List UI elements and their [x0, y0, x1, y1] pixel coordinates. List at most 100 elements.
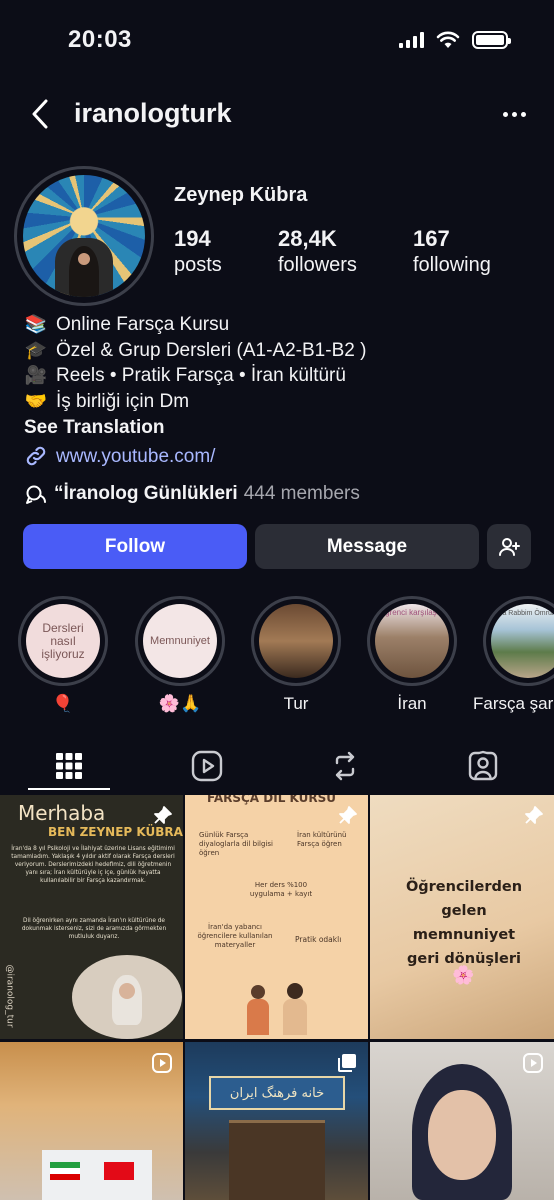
- profile-name: Zeynep Kübra: [174, 184, 308, 206]
- highlight-cover-text: Dersleri nasıl işliyoruz: [41, 620, 85, 661]
- suggested-users-button[interactable]: [487, 524, 531, 569]
- link-text: www.youtube.com/: [56, 445, 216, 467]
- books-emoji: 📚: [24, 314, 48, 334]
- handshake-emoji: 🤝: [24, 390, 48, 411]
- highlight-item[interactable]: Ya Rabbim Ömrüm Farsça şar: [473, 596, 554, 714]
- followers-count[interactable]: 28,4K followers: [278, 226, 357, 277]
- post-photo: [72, 955, 182, 1039]
- highlight-cover: Öğrenci karşılaştık: [367, 596, 457, 686]
- channel-members: 444 members: [243, 483, 360, 504]
- channel-name: “İranolog Günlükleri: [54, 483, 238, 504]
- highlight-cover: Memnuniyet: [135, 596, 225, 686]
- grid-post[interactable]: FARSÇA DİL KURSU Günlük Farsça diyalogla…: [185, 795, 368, 1039]
- stat-label: followers: [278, 254, 357, 276]
- highlight-item[interactable]: Tur: [251, 596, 341, 714]
- grid-post[interactable]: [370, 1042, 554, 1200]
- follow-button[interactable]: Follow: [23, 524, 247, 569]
- grid-post[interactable]: [0, 1042, 183, 1200]
- highlight-image: Öğrenci karşılaştık: [375, 604, 449, 678]
- stat-value: 194: [174, 226, 211, 251]
- highlight-label: İran: [397, 694, 427, 713]
- battery-icon: [472, 31, 511, 49]
- highlight-item[interactable]: Öğrenci karşılaştık İran: [367, 596, 457, 714]
- profile-link[interactable]: www.youtube.com/: [24, 444, 534, 470]
- back-button[interactable]: [24, 98, 56, 130]
- stat-value: 28,4K: [278, 226, 337, 251]
- avatar[interactable]: [14, 166, 154, 306]
- reel-icon: [152, 1053, 172, 1073]
- highlight-image: Ya Rabbim Ömrüm: [491, 604, 554, 678]
- post-sign: خانه فرهنگ ایران: [209, 1076, 345, 1110]
- post-photo-face: [428, 1090, 496, 1180]
- more-options-button[interactable]: [500, 100, 528, 128]
- highlight-label: 🎈: [52, 694, 74, 713]
- grid-post[interactable]: Öğrencilerden gelen memnuniyet geri dönü…: [370, 795, 554, 1039]
- message-button[interactable]: Message: [255, 524, 479, 569]
- bio: 📚 Online Farsça Kursu 🎓 Özel & Grup Ders…: [24, 312, 534, 469]
- grid-icon: [56, 753, 82, 779]
- post-photo: [42, 1150, 152, 1200]
- avatar-image: [23, 175, 145, 297]
- channel-icon: [26, 485, 46, 504]
- tab-reposts[interactable]: [276, 742, 414, 790]
- stat-label: posts: [174, 254, 222, 276]
- tab-reels[interactable]: [138, 742, 276, 790]
- post-item: Günlük Farsça diyaloglarla dil bilgisi ö…: [199, 831, 273, 857]
- highlight-cover: [251, 596, 341, 686]
- highlight-image: Memnuniyet: [143, 604, 217, 678]
- grid-post[interactable]: Merhaba BEN ZEYNEP KÜBRA İran'da 8 yıl P…: [0, 795, 183, 1039]
- post-title: FARSÇA DİL KURSU: [207, 795, 336, 805]
- profile-tabs: [0, 742, 554, 790]
- status-bar: 20:03: [0, 0, 554, 80]
- post-item: Her ders %100 uygulama + kayıt: [249, 881, 313, 898]
- highlight-label: Tur: [283, 694, 309, 713]
- post-illustration: [245, 975, 315, 1039]
- post-subtitle: BEN ZEYNEP KÜBRA: [48, 825, 183, 839]
- stat-value: 167: [413, 226, 450, 251]
- active-tab-indicator: [28, 788, 110, 790]
- posts-count: 194 posts: [174, 226, 222, 277]
- graduation-cap-emoji: 🎓: [24, 339, 48, 360]
- post-handle: @iranolog_tur: [4, 964, 15, 1028]
- bio-text: Online Farsça Kursu: [56, 314, 230, 335]
- post-title: Merhaba: [18, 801, 106, 825]
- highlight-cover-text: Memnuniyet: [150, 634, 210, 647]
- highlight-item[interactable]: Memnuniyet 🌸🙏: [135, 596, 225, 714]
- see-translation-link[interactable]: See Translation: [24, 415, 534, 441]
- highlight-label: 🌸🙏: [158, 694, 202, 713]
- bio-line: 🤝 İş birliği için Dm: [24, 389, 534, 415]
- post-sign-text: خانه فرهنگ ایران: [229, 1085, 325, 1101]
- bio-text: Reels • Pratik Farsça • İran kültürü: [56, 365, 346, 386]
- status-icons: [399, 31, 511, 49]
- highlight-image: [259, 604, 333, 678]
- post-body: İran'da 8 yıl Psikoloji ve İlahiyat üzer…: [11, 846, 175, 884]
- repost-icon: [335, 751, 355, 781]
- status-time: 20:03: [68, 26, 132, 53]
- highlight-cover-text: Öğrenci karşılaştık: [378, 608, 446, 617]
- following-count[interactable]: 167 following: [413, 226, 491, 277]
- highlight-image: Dersleri nasıl işliyoruz: [26, 604, 100, 678]
- bio-line: 🎥 Reels • Pratik Farsça • İran kültürü: [24, 363, 534, 389]
- tagged-person-icon: [468, 750, 498, 781]
- video-camera-emoji: 🎥: [24, 365, 48, 385]
- highlight-cover-text: Ya Rabbim Ömrüm: [498, 610, 554, 617]
- highlight-cover: Ya Rabbim Ömrüm: [483, 596, 554, 686]
- reels-icon: [191, 750, 223, 782]
- broadcast-channel[interactable]: “İranolog Günlükleri 444 members: [24, 482, 360, 506]
- bio-text: Özel & Grup Dersleri (A1-A2-B1-B2 ): [56, 339, 367, 361]
- tab-posts-grid[interactable]: [0, 742, 138, 790]
- highlight-item[interactable]: Dersleri nasıl işliyoruz 🎈: [18, 596, 108, 714]
- cellular-signal-icon: [399, 32, 424, 48]
- pinned-icon: [339, 806, 357, 824]
- flower-icon: 🌸: [452, 965, 475, 985]
- profile-header: iranologturk: [0, 90, 554, 138]
- add-user-icon: [499, 537, 520, 556]
- grid-post[interactable]: خانه فرهنگ ایران: [185, 1042, 368, 1200]
- post-body: Dil öğrenirken aynı zamanda İran'ın kült…: [21, 918, 167, 940]
- post-title: Öğrencilerden gelen memnuniyet geri dönü…: [405, 879, 523, 967]
- bio-line: 📚 Online Farsça Kursu: [24, 312, 534, 338]
- post-item: İran'da yabancı öğrencilere kullanılan m…: [197, 923, 273, 949]
- chevron-left-icon: [32, 99, 48, 129]
- post-door: [229, 1120, 325, 1200]
- tab-tagged[interactable]: [414, 742, 552, 790]
